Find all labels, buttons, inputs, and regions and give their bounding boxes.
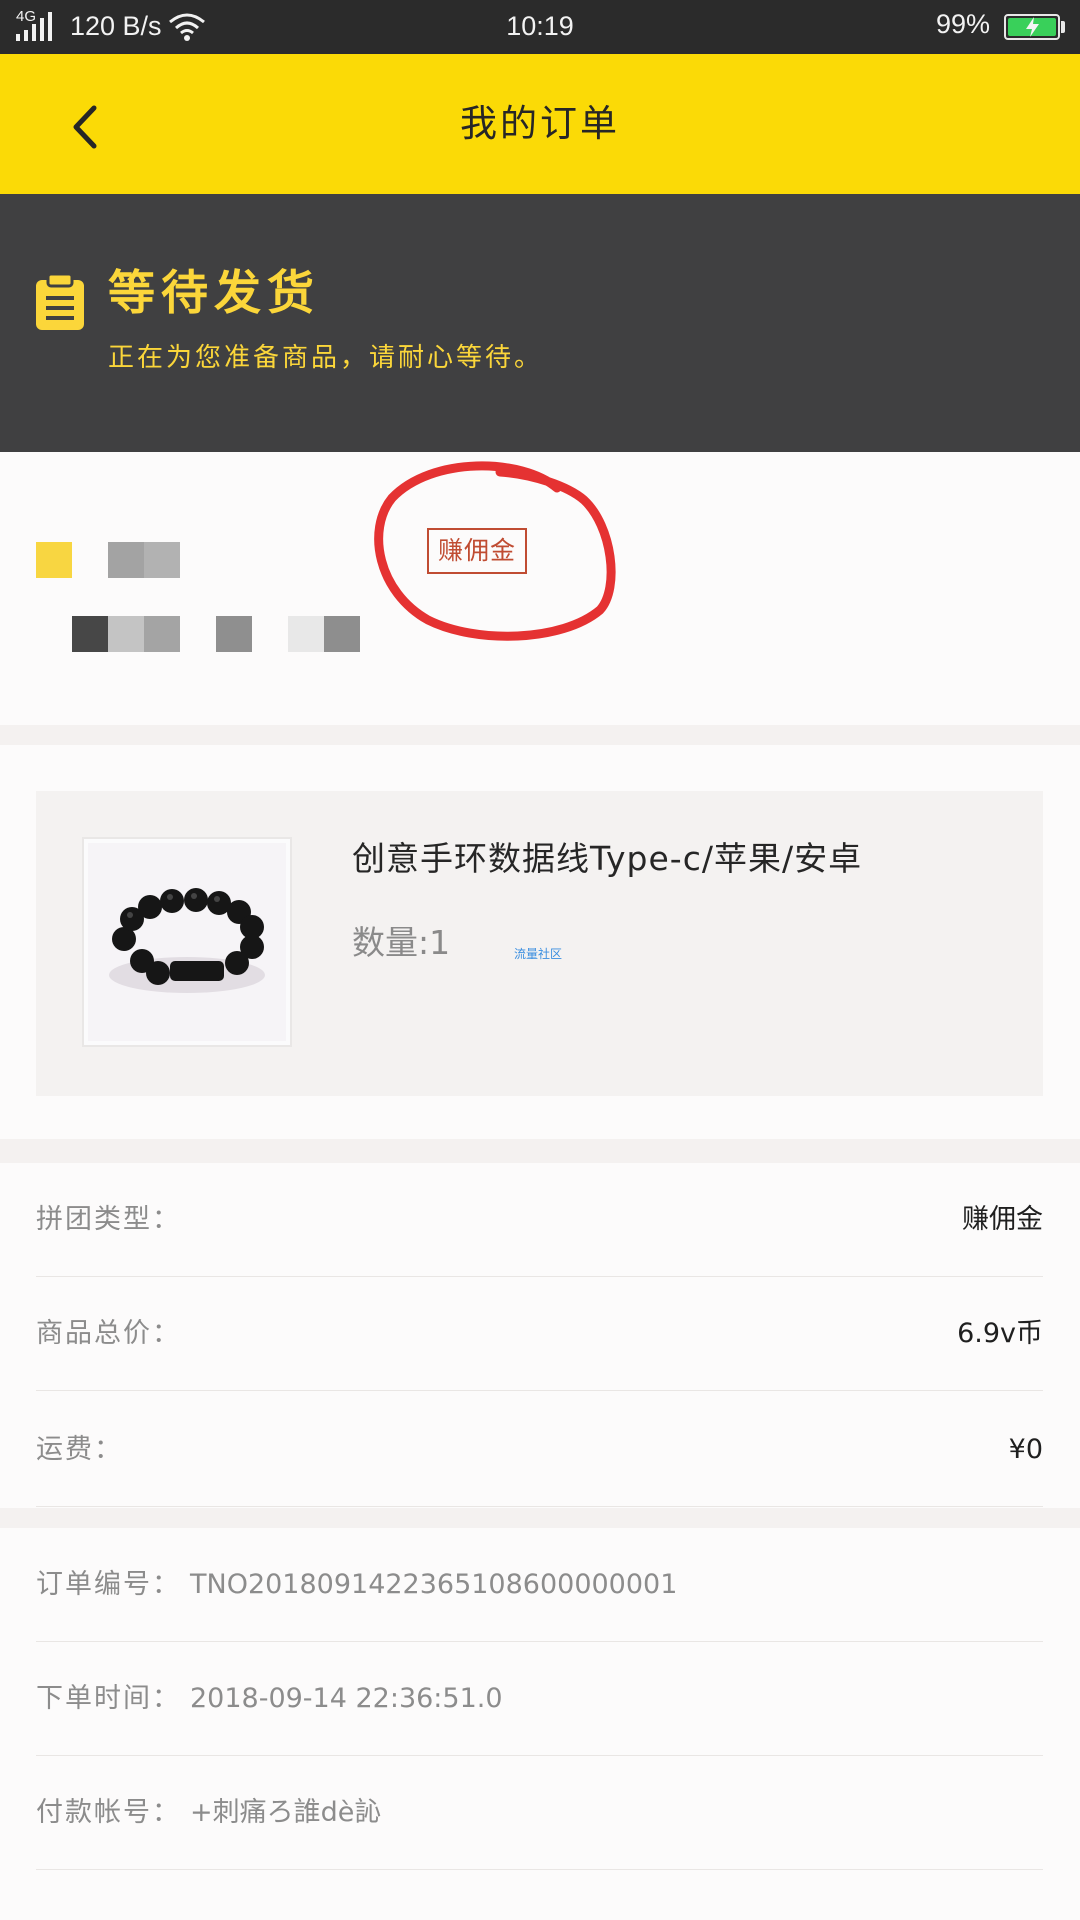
status-bar: 4G 120 B/s 10:19 99% [0,0,1080,54]
battery-level [1008,17,1056,37]
redacted-block [144,616,180,652]
order-info-section: 订单编号： TNO2018091422365108600000001 下单时间：… [0,1528,1080,1920]
redacted-block [288,616,324,652]
product-card[interactable]: 创意手环数据线Type-c/苹果/安卓 数量:1 流量社区 [36,791,1043,1096]
app-header: 我的订单 [0,54,1080,194]
commission-tag: 赚佣金 [427,528,527,574]
chevron-left-icon [73,105,97,149]
shipping-address: 赚佣金 [0,452,1080,725]
order-time: 2018-09-14 22:36:51.0 [190,1683,503,1714]
redacted-block [108,542,144,578]
back-button[interactable] [60,92,120,162]
battery-tip [1061,21,1065,33]
order-time-row: 下单时间： 2018-09-14 22:36:51.0 [36,1642,1043,1756]
redacted-block [144,542,180,578]
order-status-subtitle: 正在为您准备商品，请耐心等待。 [108,343,544,373]
detail-value: 6.9v币 [957,1318,1043,1349]
redacted-block [36,542,72,578]
page-title: 我的订单 [460,102,620,145]
battery-percent: 99% [935,9,990,39]
bracelet-image [88,843,286,1041]
payment-account: +刺痛ろ誰dè訫 [190,1797,382,1828]
redacted-block [324,616,360,652]
order-info-label: 付款帐号： [36,1797,181,1828]
order-status-title: 等待发货 [108,266,320,321]
section-divider [0,1139,1080,1163]
detail-label: 拼团类型： [36,1204,181,1235]
order-number-row: 订单编号： TNO2018091422365108600000001 [36,1528,1043,1642]
detail-row-shipping-fee: 运费： ¥0 [36,1393,1043,1507]
order-detail-screen: 4G 120 B/s 10:19 99% 我的订单 等待发货 正在为您准备商品，… [0,0,1080,1920]
order-status-banner: 等待发货 正在为您准备商品，请耐心等待。 [0,194,1080,452]
order-details-section: 拼团类型： 赚佣金 商品总价： 6.9v币 运费： ¥0 [0,1163,1080,1525]
order-number: TNO2018091422365108600000001 [190,1569,678,1600]
redacted-block [216,616,252,652]
clipboard-icon [36,272,84,330]
clock: 10:19 [506,11,574,41]
section-divider [0,725,1080,745]
watermark-text: 流量社区 [514,947,563,961]
detail-label: 运费： [36,1434,123,1465]
redacted-block [72,616,108,652]
detail-value: ¥0 [1008,1434,1043,1465]
detail-label: 商品总价： [36,1318,181,1349]
product-section: 创意手环数据线Type-c/苹果/安卓 数量:1 流量社区 [0,745,1080,1139]
battery-icon [1004,14,1060,40]
detail-value: 赚佣金 [962,1204,1043,1235]
redacted-block [108,616,144,652]
payment-account-row: 付款帐号： +刺痛ろ誰dè訫 [36,1756,1043,1870]
section-divider [0,1508,1080,1528]
order-info-label: 下单时间： [36,1683,181,1714]
detail-row-total-price: 商品总价： 6.9v币 [36,1277,1043,1391]
product-quantity: 数量:1 [352,923,451,962]
product-name: 创意手环数据线Type-c/苹果/安卓 [352,839,863,878]
order-info-label: 订单编号： [36,1569,181,1600]
charging-bolt-icon [1026,17,1039,37]
product-image [82,837,292,1047]
detail-row-group-type: 拼团类型： 赚佣金 [36,1163,1043,1277]
